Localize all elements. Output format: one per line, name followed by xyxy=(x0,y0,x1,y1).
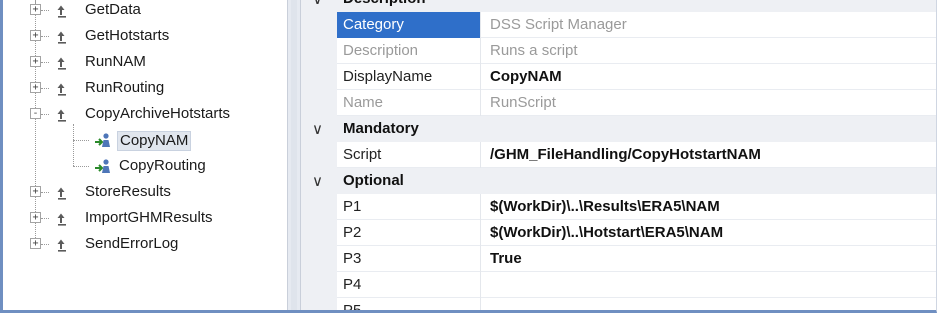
tree-item[interactable]: + RunRouting xyxy=(3,76,287,102)
script-step-icon xyxy=(57,187,66,200)
tree-connector xyxy=(41,36,49,37)
property-value[interactable]: CopyNAM xyxy=(482,64,562,90)
property-value[interactable]: $(WorkDir)\..\Results\ERA5\NAM xyxy=(482,194,720,220)
tree-item-label: GetData xyxy=(85,1,141,18)
expand-toggle[interactable]: + xyxy=(30,238,41,249)
tree-connector xyxy=(73,166,89,167)
script-step-icon xyxy=(57,83,66,96)
tree-item[interactable]: + RunNAM xyxy=(3,50,287,76)
property-value[interactable]: $(WorkDir)\..\Hotstart\ERA5\NAM xyxy=(482,220,723,246)
tree-item[interactable]: CopyNAM xyxy=(3,128,287,154)
property-row[interactable]: P2 $(WorkDir)\..\Hotstart\ERA5\NAM xyxy=(337,220,936,246)
tree-item-label: ImportGHMResults xyxy=(85,209,213,226)
tree-item-label: SendErrorLog xyxy=(85,235,179,252)
workflow-tree[interactable]: + GetData + GetHotstarts + RunNAM + RunRouting -… xyxy=(3,0,287,310)
tree-item[interactable]: + GetData xyxy=(3,0,287,24)
property-value[interactable]: /GHM_FileHandling/CopyHotstartNAM xyxy=(482,142,761,168)
property-name[interactable]: Name xyxy=(337,90,481,116)
property-name[interactable]: Description xyxy=(337,38,481,64)
expand-toggle[interactable]: + xyxy=(30,4,41,15)
property-row[interactable]: Category DSS Script Manager xyxy=(337,12,936,38)
tree-connector xyxy=(41,244,49,245)
property-value[interactable]: DSS Script Manager xyxy=(482,12,627,38)
property-name[interactable]: P4 xyxy=(337,272,481,298)
property-name[interactable]: DisplayName xyxy=(337,64,481,90)
property-value[interactable]: Runs a script xyxy=(482,38,578,64)
property-value[interactable] xyxy=(482,298,490,310)
tree-connector xyxy=(73,140,89,141)
chevron-down-icon[interactable]: ∨ xyxy=(312,120,323,138)
property-value[interactable]: RunScript xyxy=(482,90,556,116)
tree-item[interactable]: + ImportGHMResults xyxy=(3,206,287,232)
expand-toggle[interactable]: + xyxy=(30,82,41,93)
tree-connector xyxy=(41,62,49,63)
script-step-icon xyxy=(57,239,66,252)
script-step-icon xyxy=(57,109,66,122)
tree-item-label: RunRouting xyxy=(85,79,165,96)
property-value[interactable]: True xyxy=(482,246,522,272)
tree-item[interactable]: + GetHotstarts xyxy=(3,24,287,50)
property-row[interactable]: Description Runs a script xyxy=(337,38,936,64)
tree-item[interactable]: CopyRouting xyxy=(3,154,287,180)
tree-connector xyxy=(41,88,49,89)
tree-item-label: CopyNAM xyxy=(117,131,192,151)
panel-splitter[interactable] xyxy=(287,0,301,310)
property-name[interactable]: P2 xyxy=(337,220,481,246)
category-description[interactable]: ∨ Description xyxy=(301,0,936,12)
copy-action-icon xyxy=(95,133,110,147)
expand-toggle[interactable]: + xyxy=(30,30,41,41)
expand-toggle[interactable]: + xyxy=(30,186,41,197)
property-value[interactable] xyxy=(482,272,490,298)
tree-item[interactable]: + StoreResults xyxy=(3,180,287,206)
collapse-toggle[interactable]: - xyxy=(30,108,41,119)
property-row[interactable]: P5 xyxy=(337,298,936,310)
script-step-icon xyxy=(57,31,66,44)
property-row[interactable]: P1 $(WorkDir)\..\Results\ERA5\NAM xyxy=(337,194,936,220)
category-optional[interactable]: ∨ Optional xyxy=(301,168,936,194)
splitter-bar[interactable] xyxy=(291,0,297,310)
tree-connector xyxy=(41,114,49,115)
copy-action-icon xyxy=(95,159,110,173)
tree-connector xyxy=(41,10,49,11)
tree-item[interactable]: + SendErrorLog xyxy=(3,232,287,258)
property-grid[interactable]: ∨DescriptionCategoryDSS Script ManagerDe… xyxy=(301,0,936,310)
category-mandatory[interactable]: ∨ Mandatory xyxy=(301,116,936,142)
tree-item-label: GetHotstarts xyxy=(85,27,170,44)
chevron-down-icon[interactable]: ∨ xyxy=(312,0,323,8)
tree-item-label: CopyArchiveHotstarts xyxy=(85,105,231,122)
category-label: Mandatory xyxy=(343,120,419,137)
property-name[interactable]: P3 xyxy=(337,246,481,272)
property-row[interactable]: Name RunScript xyxy=(337,90,936,116)
property-grid-gutter xyxy=(301,0,337,310)
tree-item[interactable]: - CopyArchiveHotstarts xyxy=(3,102,287,128)
category-label: Description xyxy=(343,0,426,8)
category-label: Optional xyxy=(343,172,404,189)
tree-item-label: StoreResults xyxy=(85,183,171,200)
property-row[interactable]: Script/GHM_FileHandling/CopyHotstartNAM xyxy=(337,142,936,168)
tree-connector xyxy=(41,218,49,219)
property-row[interactable]: DisplayName CopyNAM xyxy=(337,64,936,90)
property-row[interactable]: P4 xyxy=(337,272,936,298)
property-row[interactable]: P3 True xyxy=(337,246,936,272)
expand-toggle[interactable]: + xyxy=(30,56,41,67)
tree-item-label: RunNAM xyxy=(85,53,146,70)
script-step-icon xyxy=(57,5,66,18)
script-step-icon xyxy=(57,213,66,226)
property-name[interactable]: P1 xyxy=(337,194,481,220)
chevron-down-icon[interactable]: ∨ xyxy=(312,172,323,190)
tree-item-label: CopyRouting xyxy=(119,157,206,174)
tree-connector xyxy=(41,192,49,193)
property-name[interactable]: Script xyxy=(337,142,481,168)
property-name[interactable]: Category xyxy=(337,12,481,38)
expand-toggle[interactable]: + xyxy=(30,212,41,223)
property-name[interactable]: P5 xyxy=(337,298,481,310)
script-step-icon xyxy=(57,57,66,70)
